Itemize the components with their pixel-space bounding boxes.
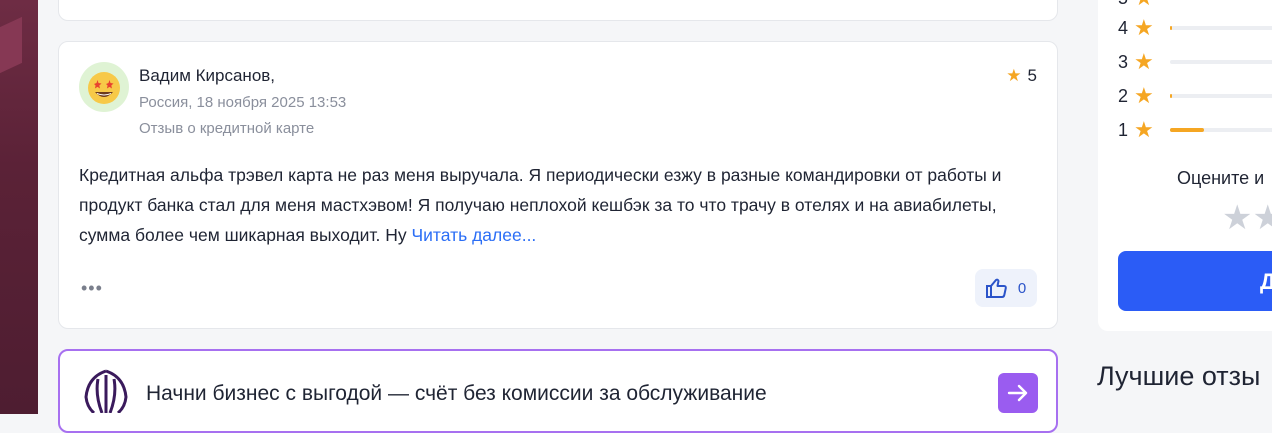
rate-prompt: Оцените и — [1177, 168, 1265, 188]
star-outline-icon[interactable]: ★ — [1252, 199, 1272, 237]
rating-distribution-fill — [1170, 128, 1204, 132]
rate-stars-input[interactable]: ★★ — [1222, 198, 1272, 238]
background-decoration — [0, 16, 22, 74]
rating-distribution-label: 2 — [1118, 85, 1129, 106]
review-card: Вадим Кирсанов, Россия, 18 ноября 2025 1… — [58, 41, 1058, 329]
rating-distribution-row: 1 ★ — [1118, 117, 1272, 142]
best-reviews-heading: Лучшие отзы — [1097, 361, 1261, 391]
rating-distribution-row: 2 ★ — [1118, 83, 1272, 108]
rating-value: 5 — [1027, 66, 1037, 85]
review-category: Отзыв о кредитной карте — [139, 120, 315, 137]
rating-distribution-row: 4 ★ — [1118, 15, 1272, 40]
review-text: Кредитная альфа трэвел карта не раз меня… — [79, 160, 1039, 250]
star-icon: ★ — [1006, 66, 1022, 85]
write-review-button-label: Д — [1260, 269, 1272, 294]
promo-banner[interactable]: Начни бизнес с выгодой — счёт без комисс… — [58, 349, 1058, 433]
bank-logo-icon — [82, 369, 130, 418]
page-background-left — [0, 0, 38, 414]
review-author: Вадим Кирсанов, — [139, 66, 276, 85]
rating-distribution-bar — [1170, 128, 1272, 132]
star-struck-emoji-icon — [88, 72, 120, 104]
rating-distribution-fill — [1170, 26, 1173, 30]
rating-distribution-label: 1 — [1118, 119, 1129, 140]
star-icon: ★ — [1134, 117, 1154, 142]
rating-distribution-row: 5 ★ — [1118, 0, 1272, 10]
read-more-link[interactable]: Читать далее... — [411, 225, 536, 245]
rating-distribution-bar — [1170, 60, 1272, 64]
promo-text: Начни бизнес с выгодой — счёт без комисс… — [146, 382, 767, 405]
rating-distribution-label: 3 — [1118, 51, 1129, 72]
promo-arrow-button[interactable] — [998, 373, 1038, 413]
thumbs-up-icon — [985, 278, 1007, 298]
review-body: Кредитная альфа трэвел карта не раз меня… — [79, 165, 1002, 245]
arrow-right-icon — [1007, 384, 1028, 402]
review-rating: ★ 5 — [1006, 66, 1037, 86]
rating-distribution-row: 3 ★ — [1118, 49, 1272, 74]
write-review-button[interactable]: Д — [1118, 251, 1272, 311]
star-icon: ★ — [1134, 83, 1154, 108]
rating-summary-card: 5 ★ 4 ★ 3 ★ 2 ★ 1 ★ Оцените и ★★ Д — [1098, 0, 1272, 331]
like-button[interactable]: 0 — [975, 269, 1037, 307]
previous-review-card — [58, 0, 1058, 21]
rating-distribution-bar — [1170, 26, 1272, 30]
star-icon: ★ — [1134, 15, 1154, 40]
rating-distribution-bar — [1170, 94, 1272, 98]
rating-distribution-label: 4 — [1118, 17, 1129, 38]
star-icon: ★ — [1134, 49, 1154, 74]
rating-distribution-label: 5 — [1118, 0, 1132, 9]
rating-distribution-fill — [1170, 94, 1173, 98]
star-icon: ★ — [1134, 0, 1164, 11]
review-location-date: Россия, 18 ноября 2025 13:53 — [139, 94, 347, 111]
avatar — [79, 62, 129, 112]
star-outline-icon[interactable]: ★ — [1222, 199, 1252, 237]
like-count: 0 — [1017, 279, 1027, 297]
more-options-icon[interactable]: ••• — [81, 278, 103, 299]
